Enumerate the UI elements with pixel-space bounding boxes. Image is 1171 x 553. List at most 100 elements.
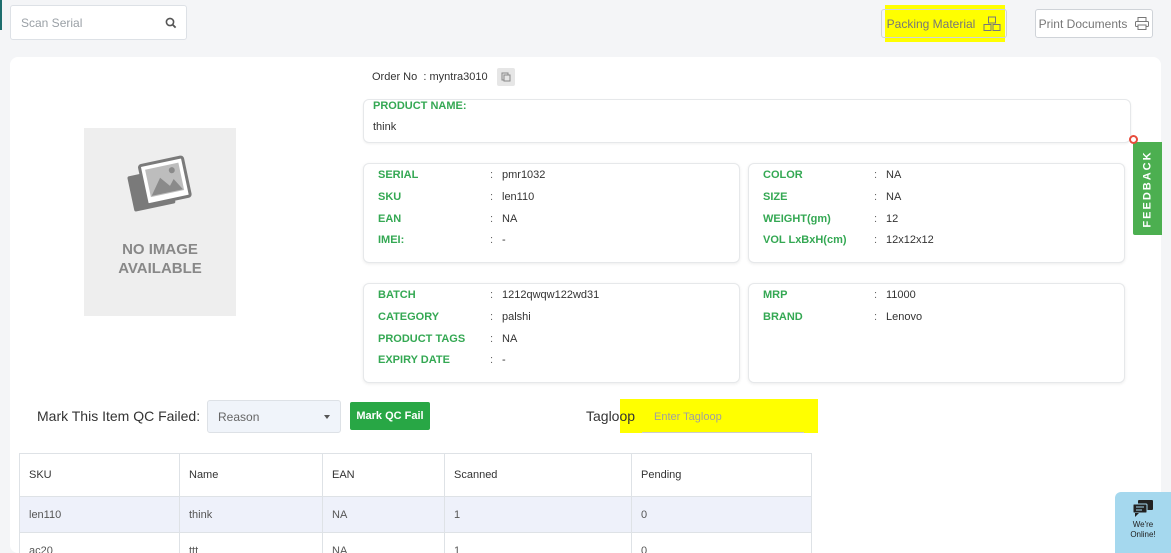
detail-value: 12 [886, 213, 899, 225]
print-documents-button[interactable]: Print Documents [1035, 9, 1153, 38]
packing-material-button[interactable]: Packing Material [881, 9, 1007, 38]
detail-value: len110 [502, 191, 535, 203]
chat-line-1: We're [1132, 520, 1154, 529]
copy-icon[interactable] [496, 68, 515, 86]
detail-row: SIZE: NA [763, 191, 902, 203]
column-header-ean: EAN [322, 453, 445, 497]
detail-row: SKU: len110 [378, 191, 535, 203]
product-name-box: PRODUCT NAME: think [363, 99, 1131, 143]
order-label: Order No [372, 71, 418, 83]
feedback-tab[interactable]: FEEDBACK [1133, 142, 1162, 235]
packing-material-label: Packing Material [886, 16, 976, 31]
order-value: myntra3010 [429, 71, 488, 83]
table-cell: 0 [631, 496, 812, 533]
table-cell: ttt [179, 532, 323, 553]
product-name-value: think [373, 121, 397, 133]
table-row: len110 think NA 1 0 [19, 496, 812, 533]
photo-icon [127, 155, 192, 212]
feedback-label: FEEDBACK [1141, 149, 1154, 228]
details-box-attributes: COLOR: NA SIZE: NA WEIGHT(gm):12 VOL LxBxH… [748, 163, 1125, 263]
order-separator: : [423, 71, 427, 83]
reason-selected-value: Reason [218, 409, 260, 424]
detail-key: EAN [378, 213, 402, 225]
detail-key: SIZE [763, 191, 788, 203]
detail-value: NA [886, 169, 902, 181]
detail-key: SERIAL [378, 169, 419, 181]
scan-serial-input[interactable] [11, 6, 151, 39]
printer-icon [1135, 17, 1150, 30]
table-cell: 1 [444, 496, 632, 533]
detail-key: COLOR [763, 169, 803, 181]
detail-key: WEIGHT(gm) [763, 213, 831, 225]
detail-value: NA [886, 191, 902, 203]
left-accent-bar [0, 0, 2, 30]
detail-key: BRAND [763, 311, 803, 323]
table-cell: NA [322, 532, 445, 553]
detail-row: EXPIRY DATE: - [378, 354, 506, 366]
boxes-icon [983, 16, 1001, 31]
detail-key: MRP [763, 289, 788, 301]
column-header-name: Name [179, 453, 323, 497]
detail-value: 1212qwqw122wd31 [502, 289, 600, 301]
close-icon[interactable] [1129, 135, 1138, 144]
detail-row: CATEGORY: palshi [378, 311, 531, 323]
product-image-placeholder: NO IMAGE AVAILABLE [84, 128, 236, 316]
detail-value: - [502, 354, 506, 366]
tagloop-label: Tagloop [586, 408, 636, 424]
table-cell: 1 [444, 532, 632, 553]
table-header-row: SKU Name EAN Scanned Pending [19, 453, 812, 497]
detail-value: NA [502, 333, 518, 345]
product-name-label: PRODUCT NAME: [373, 100, 467, 112]
mark-qc-fail-button[interactable]: Mark QC Fail [350, 402, 430, 430]
chat-line-2: Online! [1130, 530, 1156, 539]
table-cell: ac20 [19, 532, 180, 553]
detail-row: BATCH:1212qwqw122wd31 [378, 289, 600, 301]
detail-key: SKU [378, 191, 402, 203]
detail-key: EXPIRY DATE [378, 354, 450, 366]
table-cell: NA [322, 496, 445, 533]
detail-value: NA [502, 213, 518, 225]
chat-bubbles-icon [1132, 500, 1153, 517]
table-cell: think [179, 496, 323, 533]
detail-row: PRODUCT TAGS: NA [378, 333, 518, 345]
detail-key: VOL LxBxH(cm) [763, 234, 847, 246]
table-cell: len110 [19, 496, 180, 533]
detail-value: Lenovo [886, 311, 923, 323]
order-number-line: Order No : myntra3010 [372, 68, 515, 86]
chat-widget[interactable]: We're Online! [1115, 492, 1171, 553]
detail-key: IMEI: [378, 234, 405, 246]
detail-value: pmr1032 [502, 169, 546, 181]
column-header-pending: Pending [631, 453, 812, 497]
details-box-batch: BATCH:1212qwqw122wd31 CATEGORY: palshi PR… [363, 283, 740, 383]
detail-key: CATEGORY [378, 311, 440, 323]
detail-row: EAN: NA [378, 213, 518, 225]
detail-row: BRAND: Lenovo [763, 311, 923, 323]
detail-value: 11000 [886, 289, 916, 301]
qc-failed-label: Mark This Item QC Failed: [37, 408, 201, 424]
no-image-text: NO IMAGE AVAILABLE [118, 241, 202, 277]
table-cell: 0 [631, 532, 812, 553]
detail-key: BATCH [378, 289, 416, 301]
detail-value: palshi [502, 311, 531, 323]
print-documents-label: Print Documents [1038, 16, 1128, 31]
search-icon[interactable] [165, 17, 177, 29]
column-header-sku: SKU [19, 453, 180, 497]
detail-row: IMEI:: - [378, 234, 506, 246]
caret-down-icon [324, 415, 330, 419]
detail-row: VOL LxBxH(cm):12x12x12 [763, 234, 934, 246]
detail-row: COLOR: NA [763, 169, 902, 181]
reason-select[interactable]: Reason [207, 400, 341, 433]
table-row: ac20 ttt NA 1 0 [19, 532, 812, 553]
tagloop-input[interactable] [642, 402, 804, 433]
detail-row: MRP:11000 [763, 289, 916, 301]
detail-value: 12x12x12 [886, 234, 934, 246]
details-box-pricing: MRP:11000 BRAND: Lenovo [748, 283, 1125, 383]
detail-key: PRODUCT TAGS [378, 333, 466, 345]
details-box-identifiers: SERIAL: pmr1032 SKU: len110 EAN: NA IMEI:: - [363, 163, 740, 263]
sku-table: SKU Name EAN Scanned Pending len110 thin… [19, 453, 812, 553]
detail-row: WEIGHT(gm):12 [763, 213, 899, 225]
detail-row: SERIAL: pmr1032 [378, 169, 546, 181]
detail-value: - [502, 234, 506, 246]
column-header-scanned: Scanned [444, 453, 632, 497]
scan-serial-box [10, 5, 187, 40]
